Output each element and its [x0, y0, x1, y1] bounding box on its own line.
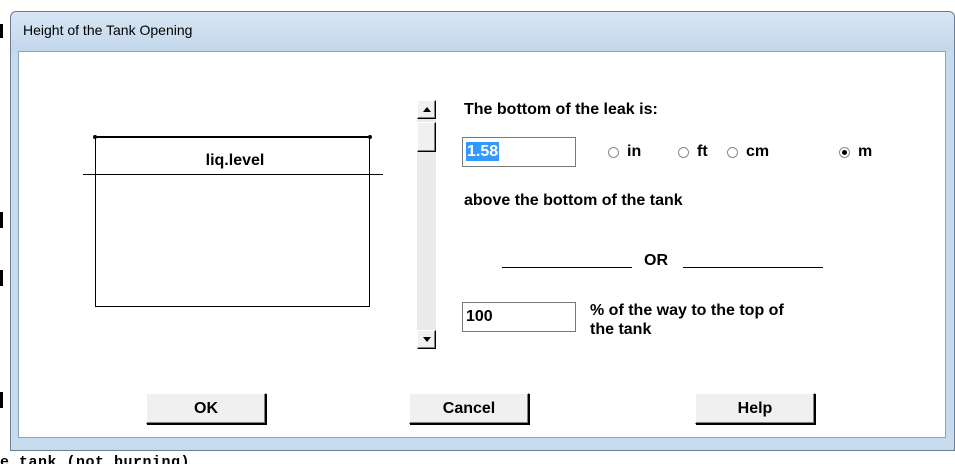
- background-text-top: [20, 0, 420, 9]
- cancel-button[interactable]: Cancel: [409, 393, 529, 424]
- dialog-content: liq.level The bottom of the leak is: 1.5…: [35, 66, 945, 426]
- leak-height-value: 1.58: [466, 142, 500, 161]
- tank-corner-marker: [93, 135, 97, 139]
- above-bottom-text: above the bottom of the tank: [464, 192, 683, 209]
- unit-label-in: in: [627, 143, 642, 160]
- height-scrollbar[interactable]: [417, 100, 436, 349]
- or-label: OR: [644, 252, 668, 269]
- percent-input[interactable]: 100: [462, 302, 576, 332]
- tank-corner-marker: [368, 135, 372, 139]
- window-title: Height of the Tank Opening: [23, 22, 193, 38]
- title-bar[interactable]: Height of the Tank Opening: [11, 12, 954, 51]
- ok-button[interactable]: OK: [146, 393, 266, 424]
- scroll-down-button[interactable]: [417, 330, 436, 349]
- arrow-down-icon: [423, 337, 431, 342]
- unit-radio-ft[interactable]: [678, 147, 689, 158]
- unit-radio-m[interactable]: [839, 147, 850, 158]
- unit-label-cm: cm: [746, 143, 770, 160]
- unit-radio-in[interactable]: [608, 147, 619, 158]
- background-edge-mark: [0, 270, 3, 286]
- arrow-up-icon: [423, 107, 431, 112]
- help-button[interactable]: Help: [695, 393, 815, 424]
- background-edge-mark: [0, 212, 3, 228]
- dialog-client-area: liq.level The bottom of the leak is: 1.5…: [18, 51, 946, 438]
- background-edge-mark: [0, 392, 3, 408]
- tank-top-line: [95, 136, 370, 138]
- scroll-thumb[interactable]: [417, 122, 436, 152]
- unit-label-m: m: [858, 143, 873, 160]
- background-text-bottom: e tank (not burning): [0, 454, 191, 464]
- or-divider-right: [683, 267, 823, 268]
- unit-label-ft: ft: [697, 143, 708, 160]
- percent-value: 100: [466, 308, 493, 325]
- percent-text-line2: the tank: [590, 321, 652, 338]
- or-divider-left: [502, 267, 632, 268]
- scroll-up-button[interactable]: [417, 100, 436, 119]
- percent-text-line1: % of the way to the top of: [590, 302, 784, 319]
- background-edge-mark: [0, 24, 3, 38]
- liquid-level-line: [83, 174, 383, 175]
- unit-radio-cm[interactable]: [727, 147, 738, 158]
- liquid-level-label: liq.level: [205, 152, 265, 169]
- leak-height-input[interactable]: 1.58: [462, 137, 576, 167]
- dialog-window: Height of the Tank Opening liq.level The…: [10, 11, 955, 451]
- leak-heading: The bottom of the leak is:: [464, 101, 658, 118]
